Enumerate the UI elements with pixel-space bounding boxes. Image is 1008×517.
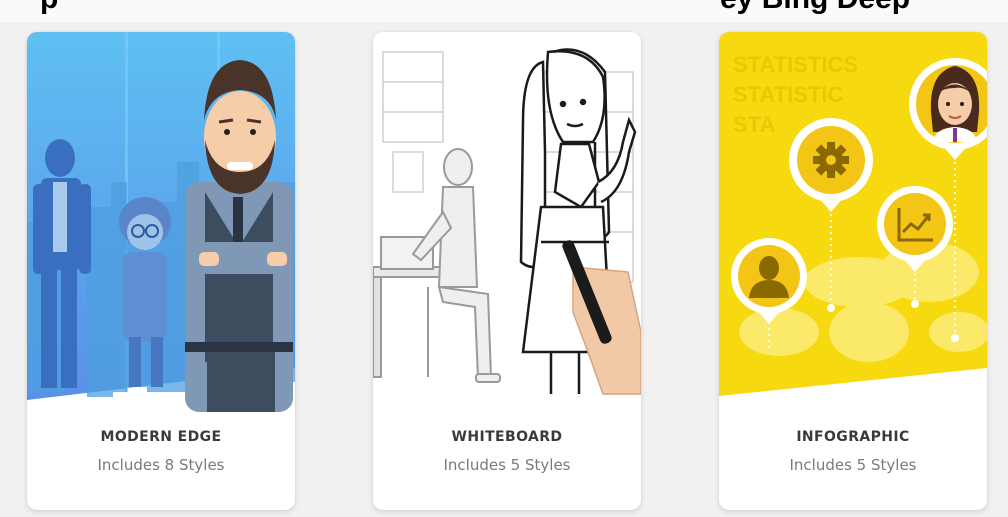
- card-subtitle: Includes 5 Styles: [789, 456, 917, 474]
- heading-right-fragment: ey Bing Deep: [720, 0, 910, 16]
- card-subtitle: Includes 8 Styles: [97, 456, 225, 474]
- card-subtitle: Includes 5 Styles: [443, 456, 571, 474]
- woman-avatar-icon: [930, 66, 980, 142]
- page-heading: p ey Bing Deep: [0, 0, 1008, 15]
- modern-edge-illustration: [27, 32, 295, 432]
- card-title: INFOGRAPHIC: [796, 429, 910, 445]
- style-card-infographic[interactable]: STATISTICS STATISTIC STA INFOGRAPHIC Inc…: [719, 32, 987, 510]
- style-card-whiteboard[interactable]: WHITEBOARD Includes 5 Styles: [373, 32, 641, 510]
- whiteboard-illustration: [373, 32, 641, 432]
- card-title: MODERN EDGE: [100, 429, 222, 445]
- bg-word-3: STA: [733, 112, 775, 137]
- bg-word-2: STATISTIC: [733, 82, 844, 107]
- heading-left-fragment: p: [40, 0, 58, 16]
- style-card-modern-edge[interactable]: MODERN EDGE Includes 8 Styles: [27, 32, 295, 510]
- card-title: WHITEBOARD: [451, 429, 563, 445]
- bg-word-1: STATISTICS: [733, 52, 858, 77]
- infographic-illustration: STATISTICS STATISTIC STA: [719, 32, 987, 432]
